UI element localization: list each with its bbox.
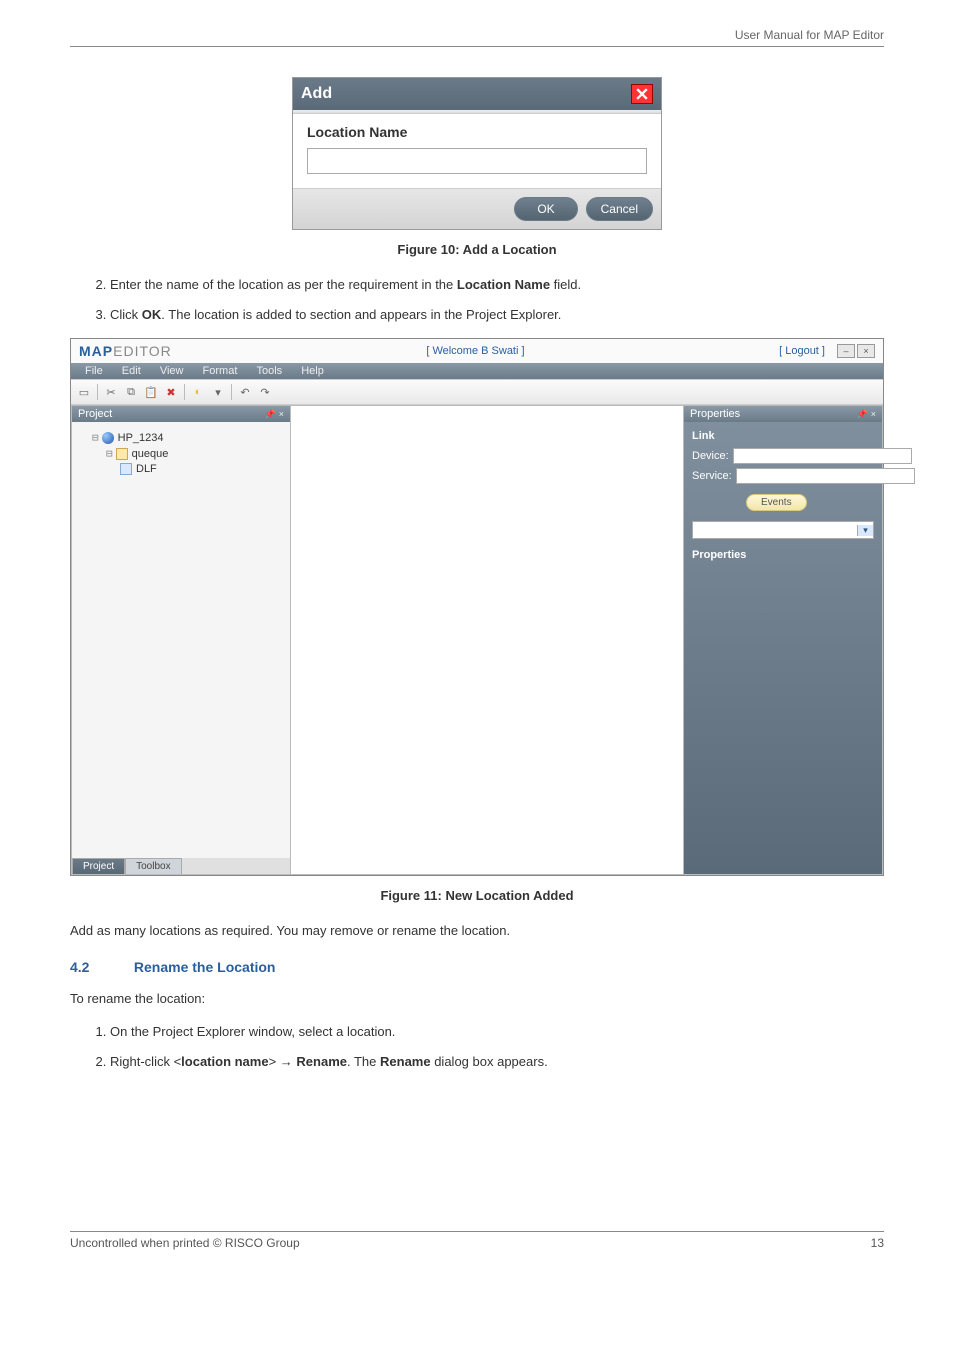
menu-format[interactable]: Format: [195, 363, 246, 379]
left-bottom-tabs: Project Toolbox: [72, 858, 290, 874]
add-dialog: Add Location Name OK Cancel: [292, 77, 662, 230]
dialog-title-text: Add: [301, 85, 332, 103]
rename-step-2: Right-click <location name> → Rename. Th…: [110, 1052, 884, 1072]
step-2: Enter the name of the location as per th…: [110, 275, 884, 295]
page-header: User Manual for MAP Editor: [70, 28, 884, 47]
dialog-body: Location Name: [293, 114, 661, 188]
properties-dropdown[interactable]: ▾: [692, 521, 874, 539]
menu-edit[interactable]: Edit: [114, 363, 149, 379]
rename-intro: To rename the location:: [70, 989, 884, 1009]
ok-button[interactable]: OK: [514, 197, 578, 221]
events-button[interactable]: Events: [746, 494, 807, 511]
step-3: Click OK. The location is added to secti…: [110, 305, 884, 325]
pin-icon[interactable]: 📌: [265, 409, 276, 420]
canvas-area[interactable]: [291, 406, 683, 874]
figure-10-caption: Figure 10: Add a Location: [70, 242, 884, 257]
location-name-input[interactable]: [307, 148, 647, 174]
dialog-titlebar: Add: [293, 78, 661, 110]
pin-icon[interactable]: 📌: [857, 409, 868, 420]
cancel-button[interactable]: Cancel: [586, 197, 653, 221]
project-icon: [102, 432, 114, 444]
page-footer: Uncontrolled when printed © RISCO Group …: [70, 1231, 884, 1250]
doc-title: User Manual for MAP Editor: [735, 28, 884, 42]
properties-panel: Properties 📌 × Link Device: Service: Eve…: [683, 405, 883, 875]
after-figure-text: Add as many locations as required. You m…: [70, 921, 884, 941]
project-panel-title: Project 📌 ×: [72, 406, 290, 422]
link-header: Link: [692, 430, 874, 442]
properties-body: Link Device: Service: Events ▾ Propertie…: [684, 422, 882, 874]
steps-list-1: Enter the name of the location as per th…: [110, 275, 884, 324]
collapse-icon[interactable]: ⊟: [92, 431, 99, 444]
device-row: Device:: [692, 448, 874, 464]
properties-panel-title: Properties 📌 ×: [684, 406, 882, 422]
app-logo: MAPEDITOR: [79, 343, 172, 359]
delete-icon[interactable]: ✖: [162, 383, 180, 401]
rename-step-1: On the Project Explorer window, select a…: [110, 1022, 884, 1042]
menu-view[interactable]: View: [152, 363, 192, 379]
section-4-2-heading: 4.2 Rename the Location: [70, 959, 884, 975]
redo-icon[interactable]: ↷: [256, 383, 274, 401]
menu-file[interactable]: File: [77, 363, 111, 379]
menu-help[interactable]: Help: [293, 363, 332, 379]
new-icon[interactable]: ▭: [75, 383, 93, 401]
bulb-icon[interactable]: ◐: [189, 383, 207, 401]
menu-tools[interactable]: Tools: [248, 363, 290, 379]
collapse-icon[interactable]: ⊟: [106, 447, 113, 460]
service-row: Service:: [692, 468, 874, 484]
tree-child-dlf[interactable]: DLF: [120, 463, 284, 475]
top-right-controls: [ Logout ] – ×: [779, 344, 875, 358]
panel-close-icon[interactable]: ×: [871, 409, 876, 420]
app-topbar: MAPEDITOR [ Welcome B Swati ] [ Logout ]…: [71, 339, 883, 363]
figure-11-caption: Figure 11: New Location Added: [70, 888, 884, 903]
mapeditor-window: MAPEDITOR [ Welcome B Swati ] [ Logout ]…: [70, 338, 884, 876]
minimize-icon[interactable]: –: [837, 344, 855, 358]
device-input[interactable]: [733, 448, 912, 464]
chevron-down-icon: ▾: [857, 525, 873, 536]
properties-subheader: Properties: [692, 549, 874, 561]
toolbar: ▭ ✂ ⧉ 📋 ✖ ◐ ▾ ↶ ↷: [71, 379, 883, 405]
panel-close-icon[interactable]: ×: [279, 409, 284, 420]
welcome-text: [ Welcome B Swati ]: [426, 345, 524, 357]
app-body: Project 📌 × ⊟HP_1234 ⊟queque: [71, 405, 883, 875]
location-name-label: Location Name: [307, 124, 647, 140]
folder-icon: [116, 448, 128, 460]
tree-root[interactable]: ⊟HP_1234 ⊟queque DLF: [92, 431, 284, 475]
copy-icon[interactable]: ⧉: [122, 383, 140, 401]
tab-toolbox[interactable]: Toolbox: [125, 858, 181, 874]
window-buttons: – ×: [837, 344, 875, 358]
menu-bar: File Edit View Format Tools Help: [71, 363, 883, 379]
footer-page-number: 13: [871, 1236, 884, 1250]
service-input[interactable]: [736, 468, 915, 484]
footer-left: Uncontrolled when printed © RISCO Group: [70, 1236, 300, 1250]
dropdown-icon[interactable]: ▾: [209, 383, 227, 401]
close-window-icon[interactable]: ×: [857, 344, 875, 358]
cut-icon[interactable]: ✂: [102, 383, 120, 401]
location-icon: [120, 463, 132, 475]
project-panel: Project 📌 × ⊟HP_1234 ⊟queque: [71, 405, 291, 875]
tab-project[interactable]: Project: [72, 858, 125, 874]
canvas-panel: [291, 405, 683, 875]
paste-icon[interactable]: 📋: [142, 383, 160, 401]
logout-link[interactable]: [ Logout ]: [779, 345, 825, 357]
tree-child-queque[interactable]: ⊟queque DLF: [106, 447, 284, 475]
dialog-button-row: OK Cancel: [293, 188, 661, 229]
project-tree[interactable]: ⊟HP_1234 ⊟queque DLF: [72, 422, 290, 858]
rename-steps: On the Project Explorer window, select a…: [110, 1022, 884, 1071]
close-icon[interactable]: [631, 84, 653, 104]
undo-icon[interactable]: ↶: [236, 383, 254, 401]
